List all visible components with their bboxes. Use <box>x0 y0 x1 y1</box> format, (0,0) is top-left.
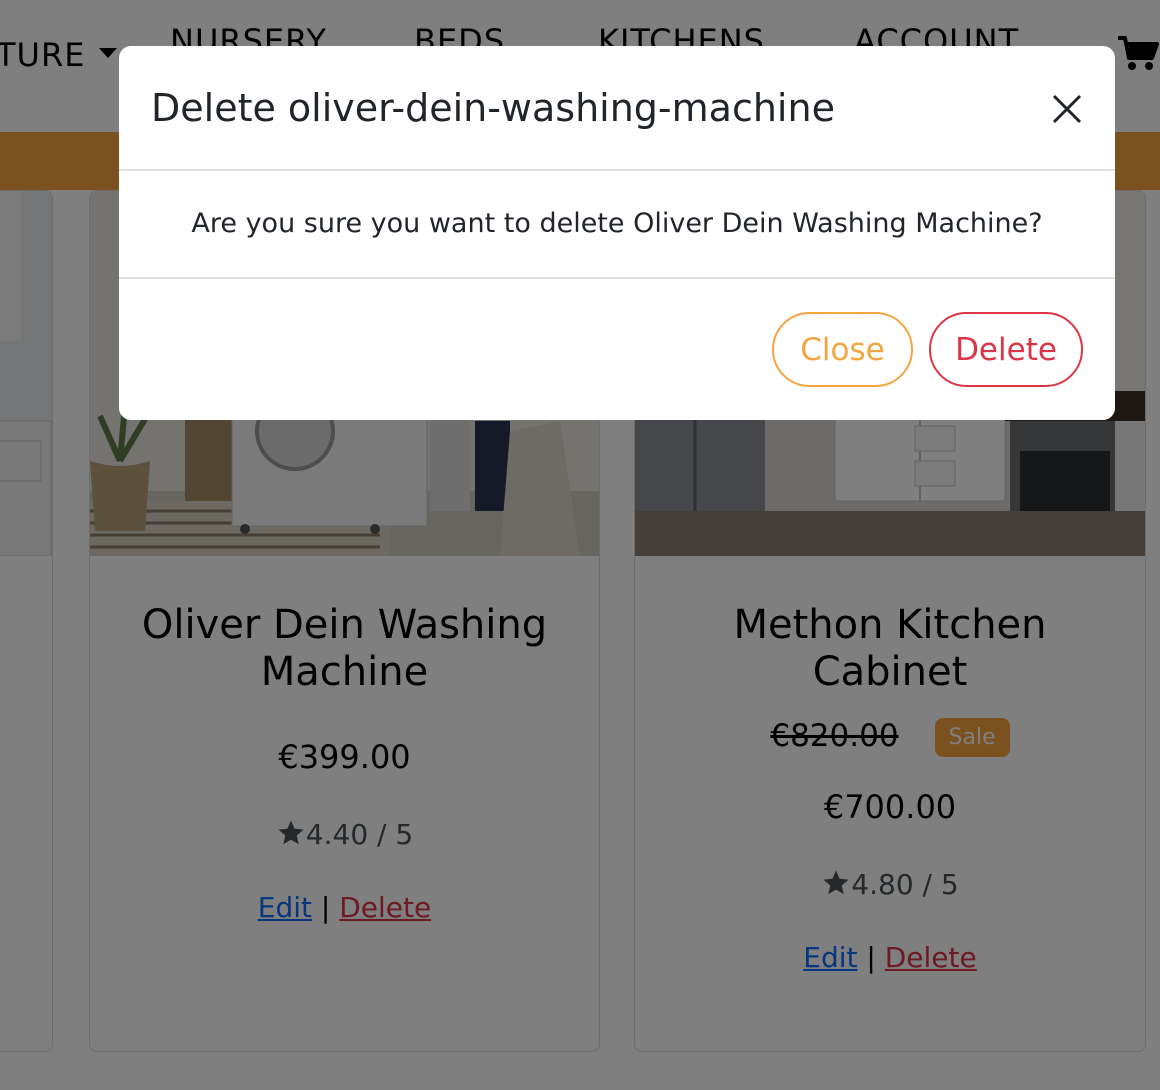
delete-button[interactable]: Delete <box>929 312 1083 387</box>
modal-title: Delete oliver-dein-washing-machine <box>151 86 835 130</box>
close-button[interactable]: Close <box>772 312 913 387</box>
delete-confirm-modal: Delete oliver-dein-washing-machine Are y… <box>119 46 1115 420</box>
modal-body: Are you sure you want to delete Oliver D… <box>119 171 1115 279</box>
modal-header: Delete oliver-dein-washing-machine <box>119 46 1115 171</box>
close-icon[interactable] <box>1049 91 1085 127</box>
modal-footer: Close Delete <box>119 279 1115 420</box>
